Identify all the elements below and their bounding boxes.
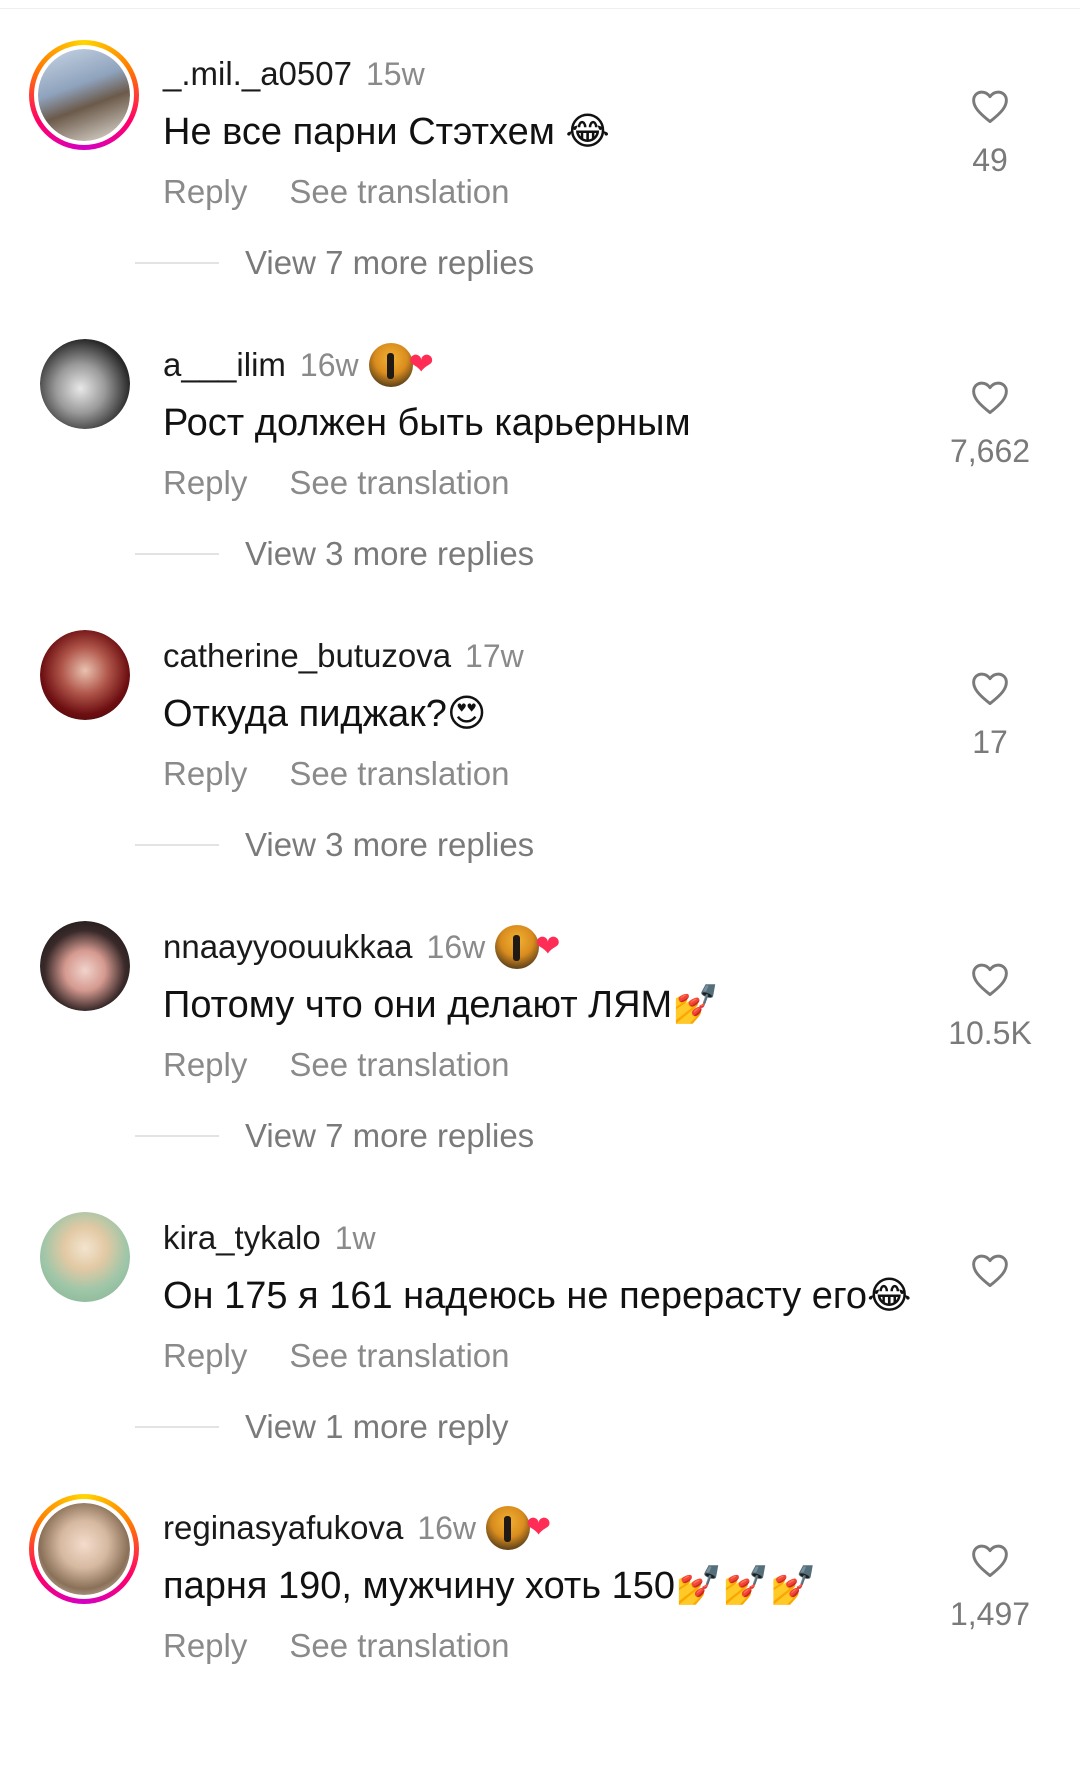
timestamp: 17w: [465, 637, 524, 674]
reply-button[interactable]: Reply: [163, 1046, 247, 1084]
timestamp: 15w: [365, 55, 425, 92]
heart-outline-icon: [972, 1254, 1008, 1288]
heart-filled-icon: ❤: [408, 348, 434, 381]
see-translation-button[interactable]: See translation: [289, 464, 509, 502]
like-count: 7,662: [949, 433, 1031, 469]
avatar[interactable]: [29, 40, 139, 150]
view-replies-button[interactable]: View 7 more replies: [135, 238, 534, 288]
creator-liked-badge: ❤: [486, 1506, 558, 1550]
reply-button[interactable]: Reply: [163, 173, 247, 211]
username[interactable]: reginasyafukova: [163, 1509, 403, 1547]
reply-button[interactable]: Reply: [163, 1337, 247, 1375]
creator-avatar: [486, 1506, 531, 1550]
see-translation-button[interactable]: See translation: [289, 1337, 509, 1375]
like-count: 49: [972, 142, 1008, 178]
reply-button[interactable]: Reply: [163, 1627, 247, 1665]
comment-item: a___ilim 16w ❤ Рост должен быть карьерны…: [0, 339, 1080, 629]
divider-line: [135, 844, 219, 846]
like-button[interactable]: 49: [940, 88, 1040, 180]
heart-outline-icon: [972, 963, 1008, 997]
view-replies-label: View 3 more replies: [245, 826, 535, 863]
avatar[interactable]: [29, 1494, 139, 1604]
like-count: [940, 1304, 1040, 1344]
timestamp: 16w: [426, 928, 486, 965]
comment-text: Он 175 я 161 надеюсь не перерасту его😂: [163, 1275, 912, 1317]
view-replies-label: View 7 more replies: [245, 244, 535, 281]
username[interactable]: a___ilim: [163, 346, 286, 384]
comment-text: Потому что они делают ЛЯМ💅: [163, 984, 720, 1026]
avatar[interactable]: [40, 339, 130, 429]
avatar[interactable]: [40, 630, 130, 720]
timestamp: 16w: [299, 346, 359, 383]
comment-text: Откуда пиджак?😍: [163, 693, 487, 735]
view-replies-label: View 1 more reply: [245, 1408, 509, 1445]
heart-outline-icon: [972, 90, 1008, 124]
divider-line: [135, 262, 219, 264]
username[interactable]: nnaayyoouukkaa: [163, 928, 413, 966]
see-translation-button[interactable]: See translation: [289, 1627, 509, 1665]
reply-button[interactable]: Reply: [163, 755, 247, 793]
creator-avatar: [495, 925, 540, 969]
divider-line: [135, 1135, 219, 1137]
like-button[interactable]: [940, 1252, 1040, 1344]
heart-filled-icon: ❤: [535, 930, 561, 963]
reply-button[interactable]: Reply: [163, 464, 247, 502]
heart-outline-icon: [972, 381, 1008, 415]
see-translation-button[interactable]: See translation: [289, 755, 509, 793]
like-button[interactable]: 17: [940, 670, 1040, 762]
comment-item: nnaayyoouukkaa 16w ❤ Потому что они дела…: [0, 921, 1080, 1211]
top-divider: [0, 0, 1080, 9]
creator-liked-badge: ❤: [368, 343, 441, 387]
see-translation-button[interactable]: See translation: [289, 173, 509, 211]
avatar[interactable]: [40, 921, 130, 1011]
view-replies-label: View 3 more replies: [245, 535, 535, 572]
comment-item: reginasyafukova 16w ❤ парня 190, мужчину…: [0, 1494, 1080, 1792]
avatar[interactable]: [40, 1212, 130, 1302]
view-replies-button[interactable]: View 7 more replies: [135, 1111, 534, 1161]
comment-text: Рост должен быть карьерным: [163, 402, 691, 444]
view-replies-button[interactable]: View 3 more replies: [135, 820, 534, 870]
username[interactable]: _.mil._a0507: [163, 55, 352, 93]
comment-text: Не все парни Стэтхем 😂: [163, 111, 610, 153]
comment-item: kira_tykalo 1w Он 175 я 161 надеюсь не п…: [0, 1212, 1080, 1502]
comment-item: catherine_butuzova 17w Откуда пиджак?😍 R…: [0, 630, 1080, 920]
timestamp: 1w: [334, 1219, 376, 1256]
like-count: 1,497: [949, 1596, 1031, 1632]
comment-item: _.mil._a0507 15w Не все парни Стэтхем 😂 …: [0, 40, 1080, 338]
comment-text: парня 190, мужчину хоть 150💅💅💅: [163, 1565, 817, 1607]
divider-line: [135, 553, 219, 555]
like-button[interactable]: 7,662: [940, 379, 1040, 471]
view-replies-label: View 7 more replies: [245, 1117, 535, 1154]
username[interactable]: catherine_butuzova: [163, 637, 451, 675]
timestamp: 16w: [417, 1509, 477, 1546]
heart-outline-icon: [972, 1544, 1008, 1578]
creator-avatar: [368, 343, 413, 387]
username[interactable]: kira_tykalo: [163, 1219, 321, 1257]
divider-line: [135, 1426, 219, 1428]
like-count: 17: [972, 724, 1008, 760]
like-button[interactable]: 1,497: [940, 1542, 1040, 1634]
see-translation-button[interactable]: See translation: [289, 1046, 509, 1084]
view-replies-button[interactable]: View 1 more reply: [135, 1402, 509, 1452]
heart-outline-icon: [972, 672, 1008, 706]
heart-filled-icon: ❤: [526, 1511, 552, 1544]
like-button[interactable]: 10.5K: [940, 961, 1040, 1053]
creator-liked-badge: ❤: [495, 925, 567, 969]
like-count: 10.5K: [948, 1015, 1032, 1051]
view-replies-button[interactable]: View 3 more replies: [135, 529, 534, 579]
